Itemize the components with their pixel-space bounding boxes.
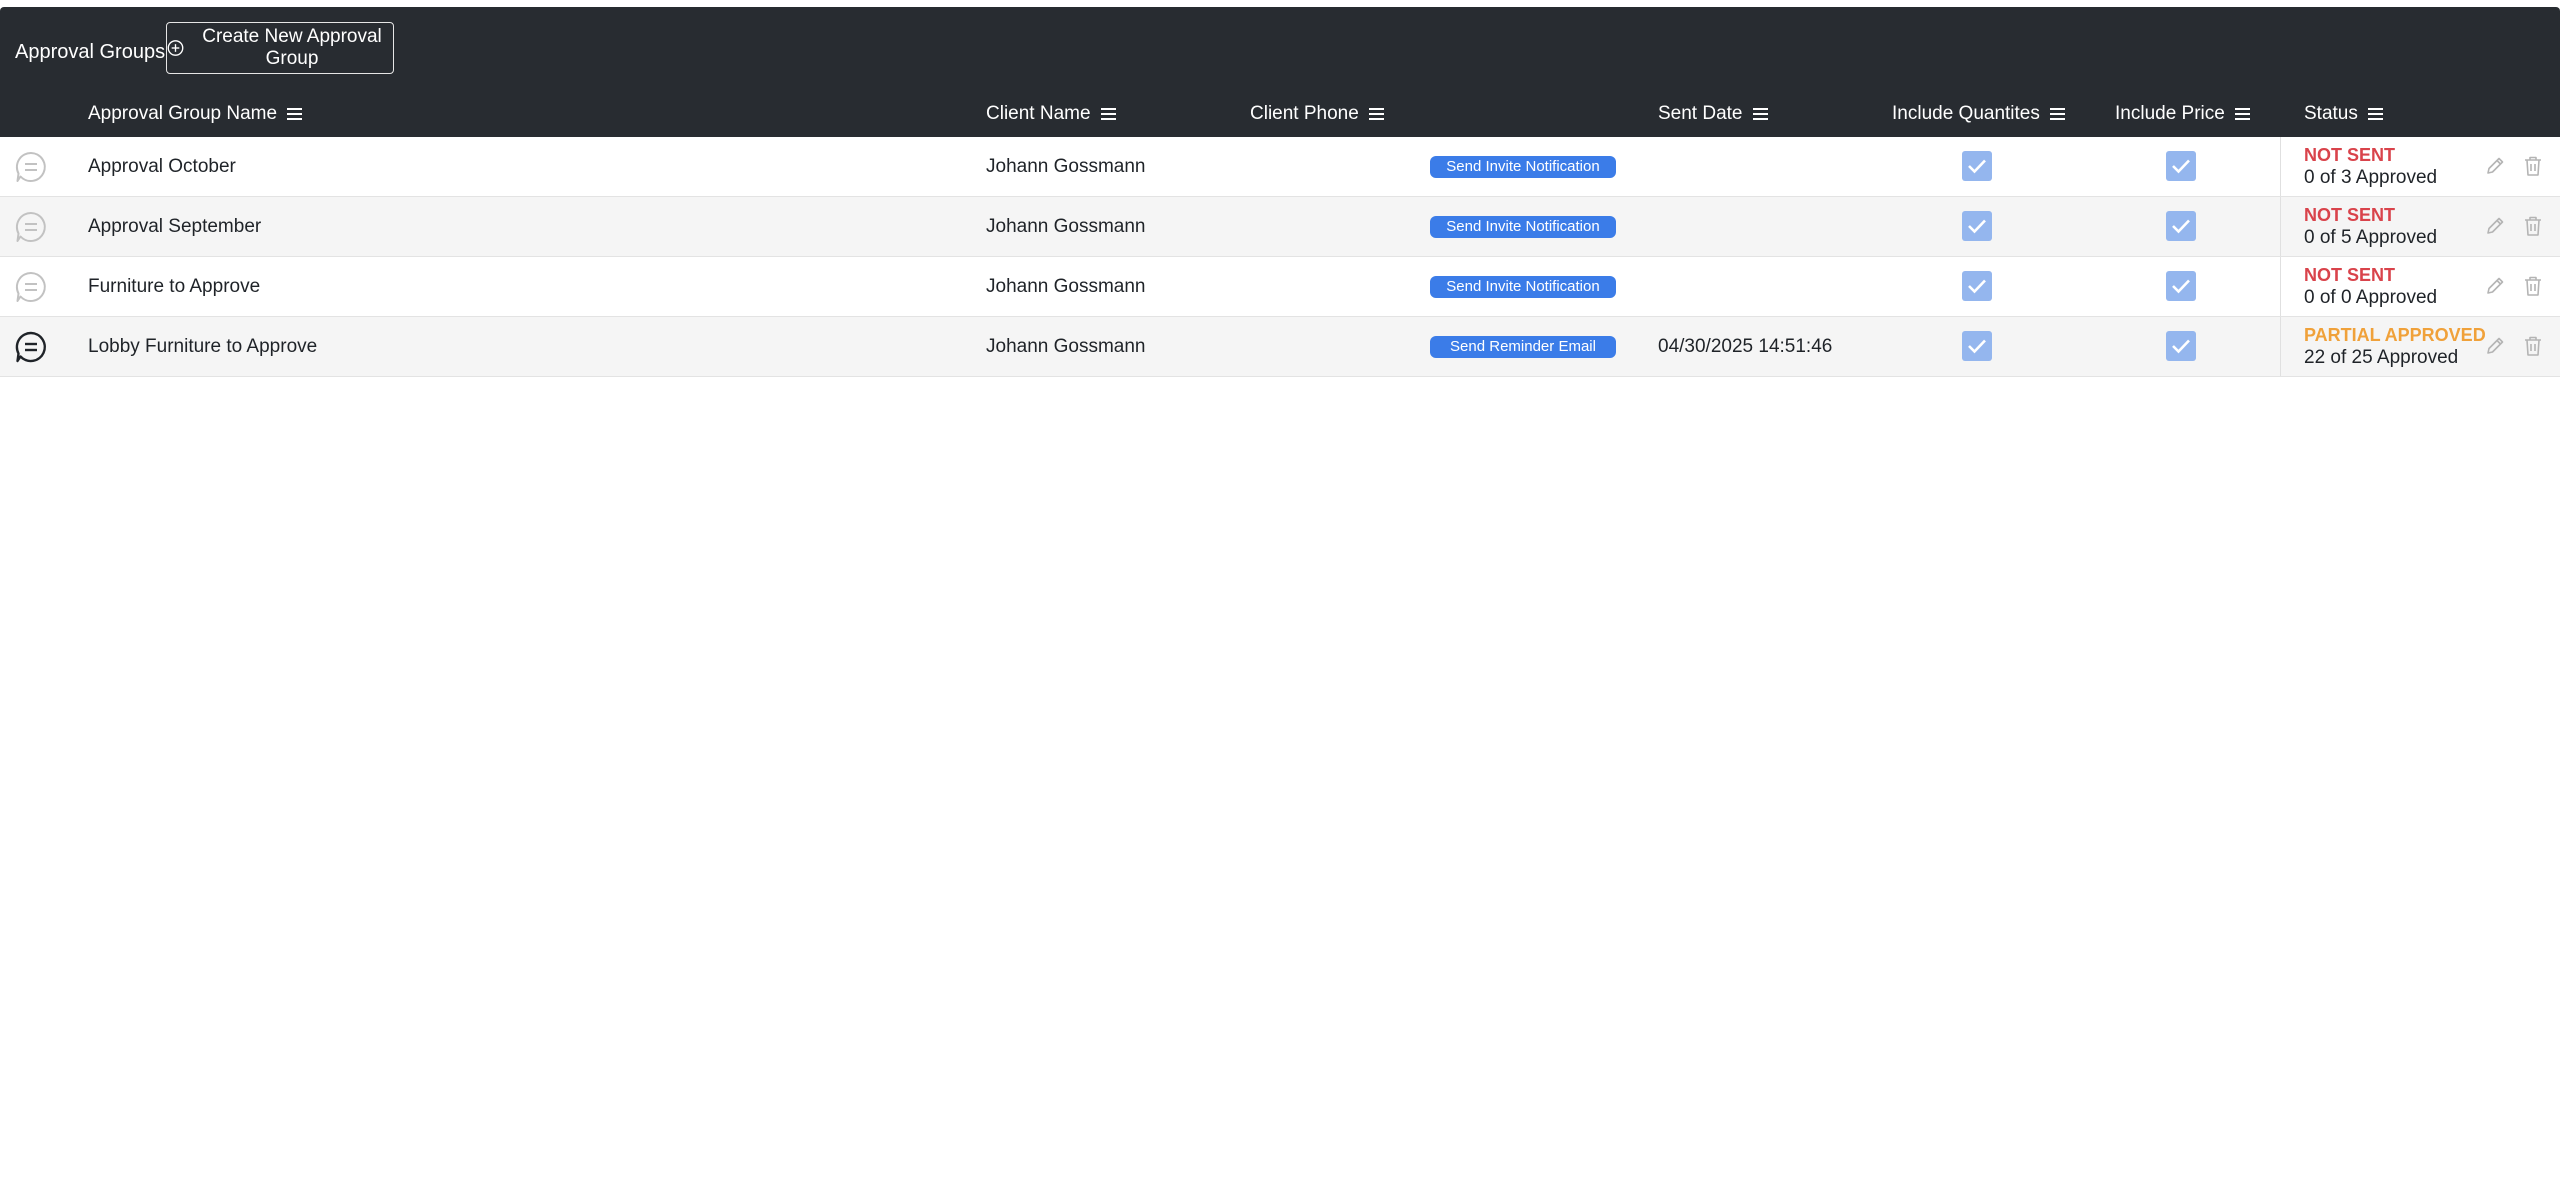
include-quantities-checkbox[interactable] — [1962, 271, 1992, 301]
plus-circle-icon — [167, 40, 184, 56]
menu-icon[interactable] — [1368, 108, 1384, 120]
approval-count: 0 of 5 Approved — [2304, 227, 2438, 248]
send-invite-notification-button[interactable]: Send Invite Notification — [1430, 275, 1616, 298]
status-badge: PARTIAL APPROVED — [2304, 325, 2486, 345]
table-body: Approval October Johann Gossmann Send In… — [0, 137, 2560, 377]
status-cell: PARTIAL APPROVED 22 of 25 Approved — [2280, 317, 2560, 376]
column-label: Status — [2304, 103, 2358, 124]
include-quantities-checkbox[interactable] — [1962, 331, 1992, 361]
include-quantities-checkbox[interactable] — [1962, 151, 1992, 181]
column-label: Sent Date — [1658, 103, 1743, 124]
approval-group-name[interactable]: Furniture to Approve — [88, 257, 260, 316]
column-label: Include Quantites — [1892, 103, 2040, 124]
approval-count: 0 of 0 Approved — [2304, 287, 2438, 308]
menu-icon[interactable] — [1100, 108, 1116, 120]
chat-bubble-icon[interactable] — [13, 209, 49, 245]
column-header-status[interactable]: Status — [2304, 103, 2383, 125]
client-name: Johann Gossmann — [986, 215, 1146, 237]
include-price-checkbox[interactable] — [2166, 271, 2196, 301]
column-header-sent-date[interactable]: Sent Date — [1658, 103, 1768, 125]
include-price-checkbox[interactable] — [2166, 211, 2196, 241]
pencil-icon[interactable] — [2484, 155, 2506, 177]
send-invite-notification-button[interactable]: Send Invite Notification — [1430, 215, 1616, 238]
table-row[interactable]: Furniture to Approve Johann Gossmann Sen… — [0, 257, 2560, 317]
status-badge: NOT SENT — [2304, 265, 2396, 285]
checkmark-icon — [2172, 339, 2190, 354]
checkmark-icon — [1968, 159, 1986, 174]
table-row[interactable]: Lobby Furniture to Approve Johann Gossma… — [0, 317, 2560, 377]
menu-icon[interactable] — [287, 108, 303, 120]
column-label: Include Price — [2115, 103, 2225, 124]
column-header-name[interactable]: Approval Group Name — [88, 103, 303, 125]
column-label: Client Phone — [1250, 103, 1359, 124]
trash-icon[interactable] — [2523, 335, 2543, 357]
column-header-client[interactable]: Client Name — [986, 103, 1116, 125]
send-invite-notification-button[interactable]: Send Invite Notification — [1430, 155, 1616, 178]
status-cell: NOT SENT 0 of 0 Approved — [2280, 257, 2560, 316]
menu-icon[interactable] — [2049, 108, 2065, 120]
include-price-checkbox[interactable] — [2166, 151, 2196, 181]
column-header-include-quantities[interactable]: Include Quantites — [1892, 103, 2065, 125]
client-name: Johann Gossmann — [986, 275, 1146, 297]
status-cell: NOT SENT 0 of 5 Approved — [2280, 197, 2560, 256]
checkmark-icon — [2172, 279, 2190, 294]
trash-icon[interactable] — [2523, 155, 2543, 177]
checkmark-icon — [1968, 219, 1986, 234]
client-name: Johann Gossmann — [986, 335, 1146, 357]
checkmark-icon — [1968, 279, 1986, 294]
include-price-checkbox[interactable] — [2166, 331, 2196, 361]
chat-bubble-icon[interactable] — [13, 149, 49, 185]
status-badge: NOT SENT — [2304, 205, 2396, 225]
table-row[interactable]: Approval September Johann Gossmann Send … — [0, 197, 2560, 257]
approval-groups-app: Approval Groups Create New Approval Grou… — [0, 7, 2560, 1192]
checkmark-icon — [2172, 159, 2190, 174]
column-label: Client Name — [986, 103, 1091, 124]
menu-icon[interactable] — [2234, 108, 2250, 120]
menu-icon[interactable] — [2367, 108, 2383, 120]
trash-icon[interactable] — [2523, 275, 2543, 297]
menu-icon[interactable] — [1752, 108, 1768, 120]
approval-count: 22 of 25 Approved — [2304, 347, 2459, 368]
create-approval-group-button[interactable]: Create New Approval Group — [166, 22, 394, 74]
pencil-icon[interactable] — [2484, 215, 2506, 237]
pencil-icon[interactable] — [2484, 275, 2506, 297]
chat-bubble-icon[interactable] — [13, 329, 49, 365]
column-header-include-price[interactable]: Include Price — [2115, 103, 2250, 125]
create-button-label: Create New Approval Group — [202, 26, 382, 69]
page-title: Approval Groups — [15, 41, 166, 63]
pencil-icon[interactable] — [2484, 335, 2506, 357]
sent-date: 04/30/2025 14:51:46 — [1658, 335, 1833, 357]
column-label: Approval Group Name — [88, 103, 278, 124]
chat-bubble-icon[interactable] — [13, 269, 49, 305]
column-header-phone[interactable]: Client Phone — [1250, 103, 1384, 125]
approval-group-name[interactable]: Approval September — [88, 197, 261, 256]
status-badge: NOT SENT — [2304, 145, 2396, 165]
approval-group-name[interactable]: Lobby Furniture to Approve — [88, 317, 317, 376]
status-cell: NOT SENT 0 of 3 Approved — [2280, 137, 2560, 196]
checkmark-icon — [2172, 219, 2190, 234]
client-name: Johann Gossmann — [986, 155, 1146, 177]
checkmark-icon — [1968, 339, 1986, 354]
include-quantities-checkbox[interactable] — [1962, 211, 1992, 241]
send-reminder-email-button[interactable]: Send Reminder Email — [1430, 335, 1616, 358]
trash-icon[interactable] — [2523, 215, 2543, 237]
table-row[interactable]: Approval October Johann Gossmann Send In… — [0, 137, 2560, 197]
approval-count: 0 of 3 Approved — [2304, 167, 2438, 188]
approval-group-name[interactable]: Approval October — [88, 137, 236, 196]
table-header: Approval Groups Create New Approval Grou… — [0, 7, 2560, 137]
